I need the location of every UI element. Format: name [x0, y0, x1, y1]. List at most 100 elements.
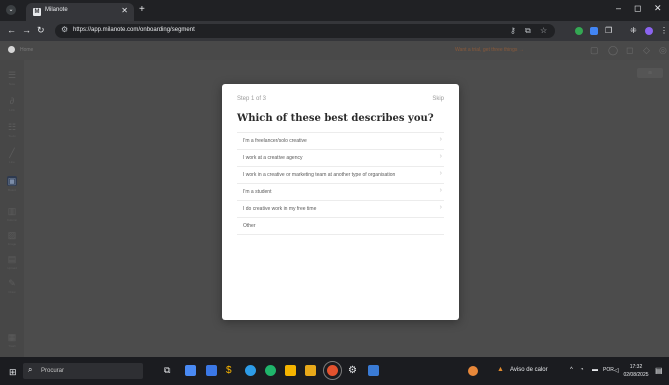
taskbar-clock[interactable]: 17:32 02/08/2025 — [623, 363, 649, 379]
notifications-icon[interactable]: ◻ — [626, 45, 633, 56]
app-icon[interactable] — [245, 365, 256, 376]
tab-close-icon[interactable]: ✕ — [121, 6, 128, 15]
option-label: I'm a freelancer/solo creative — [243, 138, 307, 144]
url-text: https://app.milanote.com/onboarding/segm… — [73, 27, 195, 33]
note-tool-icon[interactable]: ☰ — [7, 70, 17, 80]
close-window-button[interactable]: ✕ — [654, 3, 662, 14]
option-other[interactable]: Other — [237, 218, 444, 235]
rail-label: Board — [7, 188, 16, 192]
rail-label: Image — [7, 242, 17, 246]
extensions-icon[interactable]: ❐ — [605, 26, 612, 35]
maximize-button[interactable]: ◻ — [634, 3, 641, 14]
reload-icon[interactable]: ↻ — [37, 25, 45, 36]
help-icon[interactable]: ◇ — [643, 45, 650, 56]
chrome-icon[interactable] — [323, 361, 342, 380]
browser-tab[interactable]: M Milanote ✕ — [26, 3, 134, 21]
home-logo-icon[interactable] — [8, 46, 15, 53]
rail-label: Upload — [7, 266, 17, 270]
extension-icon[interactable] — [590, 27, 598, 35]
rail-label: Column — [6, 218, 18, 222]
network-icon[interactable]: ◔ — [580, 367, 584, 373]
notifications-icon[interactable]: ▤ — [655, 366, 663, 375]
option-label: I'm a student — [243, 189, 272, 195]
rail-label: Line — [9, 160, 15, 164]
option-label: I work in a creative or marketing team a… — [243, 172, 396, 178]
option-freelancer[interactable]: I'm a freelancer/solo creative › — [237, 133, 444, 150]
settings-icon[interactable]: ⚙ — [348, 365, 359, 376]
task-view-icon[interactable]: ⧉ — [164, 365, 175, 376]
warning-icon: ▲ — [497, 366, 504, 373]
draw-tool-icon[interactable]: ✎ — [7, 278, 17, 288]
weather-text[interactable]: Aviso de calor — [510, 367, 548, 373]
windows-taskbar: ⊞ ⌕ Procurar ⧉ $ ⚙ ▲ Aviso de calor ^ ◔ … — [0, 357, 669, 385]
skip-button[interactable]: Skip — [432, 96, 444, 102]
windows-start-icon[interactable]: ⊞ — [9, 367, 17, 378]
site-info-icon[interactable]: ⚙ — [61, 25, 68, 34]
extension-icon[interactable] — [575, 27, 583, 35]
trash-icon[interactable]: ▦ — [7, 332, 17, 342]
step-indicator: Step 1 of 3 — [237, 96, 267, 102]
option-label: I do creative work in my free time — [243, 206, 317, 212]
milanote-favicon-icon: M — [33, 8, 41, 16]
trial-banner[interactable]: Want a trial, get three things → — [455, 47, 524, 53]
option-label: Other — [243, 223, 256, 229]
app-icon[interactable] — [368, 365, 379, 376]
tool-rail: ☰ Note ∂ Link ☷ To-do ╱ Line ▣ Board ▥ C… — [0, 60, 24, 357]
clock-date: 02/08/2025 — [623, 372, 649, 378]
app-icon[interactable] — [305, 365, 316, 376]
new-tab-icon[interactable]: + — [139, 4, 145, 15]
search-icon: ⌕ — [28, 365, 33, 374]
bookmark-star-icon[interactable]: ☆ — [540, 26, 547, 35]
tab-title: Milanote — [45, 7, 68, 13]
forward-icon[interactable]: → — [22, 25, 31, 35]
modal-question: Which of these best describes you? — [237, 113, 434, 124]
onboarding-modal: Step 1 of 3 Skip Which of these best des… — [222, 84, 459, 320]
minimize-button[interactable]: – — [616, 3, 621, 13]
option-student[interactable]: I'm a student › — [237, 184, 444, 201]
chevron-right-icon: › — [439, 136, 442, 143]
line-tool-icon[interactable]: ╱ — [7, 148, 17, 158]
app-icon[interactable] — [206, 365, 217, 376]
share-board-icon[interactable]: ▢ — [590, 45, 599, 56]
sidebar-icon[interactable]: ⁜ — [630, 26, 637, 35]
board-name[interactable]: Home — [20, 47, 33, 53]
image-tool-icon[interactable]: ▨ — [7, 230, 17, 240]
rail-label: Link — [9, 108, 15, 112]
browser-toolbar: ← → ↻ ⚙ https://app.milanote.com/onboard… — [0, 21, 669, 41]
app-icon[interactable] — [185, 365, 196, 376]
app-icon[interactable] — [265, 365, 276, 376]
profile-avatar[interactable] — [645, 27, 653, 35]
app-top-bar: Home Want a trial, get three things → ▢ … — [0, 41, 669, 60]
grid-toggle-button[interactable]: ⊞ — [637, 68, 663, 78]
link-tool-icon[interactable]: ∂ — [7, 96, 17, 106]
chevron-right-icon: › — [439, 170, 442, 177]
rail-label: Note — [8, 82, 16, 86]
clock-time: 17:32 — [629, 364, 643, 370]
password-key-icon[interactable]: ⚷ — [510, 26, 516, 35]
file-explorer-icon[interactable] — [285, 365, 296, 376]
tab-search-icon[interactable]: ⌄ — [6, 5, 16, 15]
column-tool-icon[interactable]: ▥ — [7, 206, 17, 216]
rail-label: To-do — [8, 134, 16, 138]
upload-tool-icon[interactable]: ▤ — [7, 254, 17, 264]
settings-icon[interactable]: ◎ — [659, 45, 667, 56]
share-icon[interactable]: ⧉ — [525, 26, 531, 36]
language-indicator[interactable]: POR — [603, 367, 614, 373]
option-free-time[interactable]: I do creative work in my free time › — [237, 201, 444, 218]
volume-icon[interactable]: ◁ — [614, 367, 619, 374]
search-placeholder: Procurar — [41, 368, 65, 374]
back-icon[interactable]: ← — [7, 25, 16, 35]
browser-menu-icon[interactable]: ⋮ — [660, 26, 668, 35]
board-tool-icon[interactable]: ▣ — [7, 176, 17, 186]
tray-chevron-icon[interactable]: ^ — [570, 367, 573, 373]
option-marketing-team[interactable]: I work in a creative or marketing team a… — [237, 167, 444, 184]
option-creative-agency[interactable]: I work at a creative agency › — [237, 150, 444, 167]
address-bar[interactable]: ⚙ https://app.milanote.com/onboarding/se… — [55, 24, 555, 38]
search-icon[interactable]: ◯ — [608, 45, 618, 56]
app-icon[interactable]: $ — [226, 365, 237, 376]
weather-icon[interactable] — [468, 366, 478, 376]
todo-tool-icon[interactable]: ☷ — [7, 122, 17, 132]
taskbar-search[interactable]: ⌕ Procurar — [23, 363, 143, 379]
rail-label: Trash — [8, 344, 16, 348]
battery-icon[interactable]: ▬ — [592, 367, 598, 373]
